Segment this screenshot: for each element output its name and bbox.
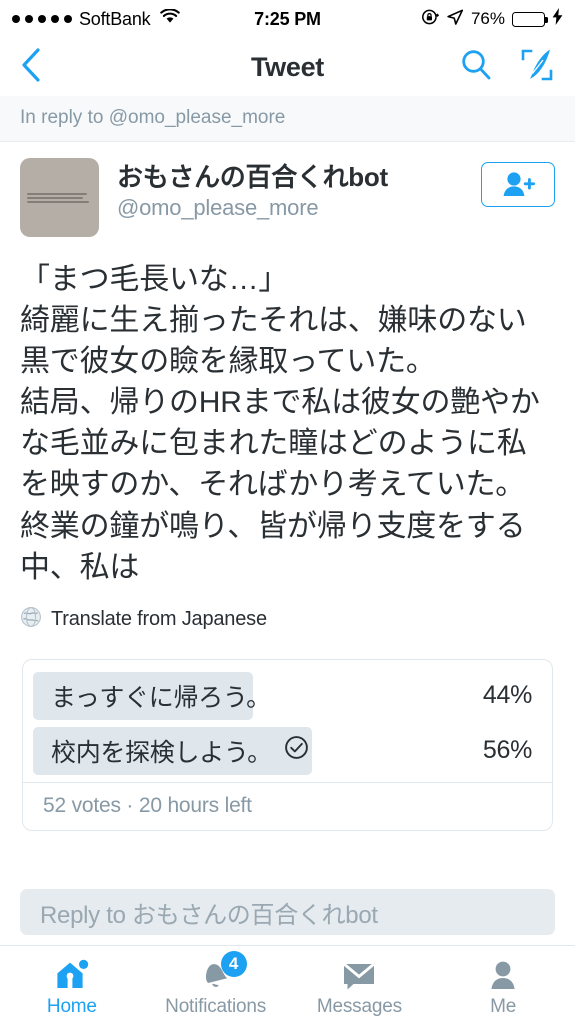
check-circle-icon [284, 735, 309, 767]
bottom-tab-bar: Home 4 Notifications Messages Me [0, 945, 575, 1024]
rotation-lock-icon [421, 8, 440, 31]
status-bar-right: 76% [421, 8, 563, 31]
compose-tweet-icon [521, 49, 553, 80]
chevron-left-icon [22, 47, 40, 82]
tab-me[interactable]: Me [431, 946, 575, 1024]
battery-percent-label: 76% [470, 9, 505, 28]
battery-icon [512, 11, 548, 27]
lightning-bolt-icon [552, 8, 563, 30]
poll-footer: 52 votes · 20 hours left [23, 781, 552, 830]
avatar[interactable] [20, 158, 99, 237]
back-button[interactable] [20, 47, 42, 88]
bell-icon: 4 [199, 951, 247, 992]
tab-home[interactable]: Home [0, 946, 144, 1024]
tab-label-me: Me [490, 996, 517, 1017]
nav-actions [459, 48, 555, 87]
home-icon [54, 958, 90, 992]
tab-notifications[interactable]: 4 Notifications [144, 946, 288, 1024]
tab-label-messages: Messages [316, 996, 402, 1017]
status-bar-left: SoftBank [12, 8, 181, 30]
status-bar: SoftBank 7:25 PM 76% [0, 0, 575, 38]
poll-option-percent: 44% [482, 681, 532, 710]
compose-tweet-button[interactable] [519, 48, 555, 87]
poll-option-label: 校内を探検しよう。 [51, 738, 272, 767]
twitter-tweet-screen: SoftBank 7:25 PM 76% Tweet In reply to @… [0, 0, 575, 1024]
poll-option[interactable]: 校内を探検しよう。 56% [33, 726, 532, 775]
poll-card: まっすぐに帰ろう。 44% 校内を探検しよう。 56% 52 votes · 2… [22, 658, 553, 831]
search-icon [462, 49, 491, 79]
poll-option-label-wrap: まっすぐに帰ろう。 [33, 678, 271, 714]
globe-icon [20, 606, 42, 633]
tweet-author-row: おもさんの百合くれbot @omo_please_more [20, 158, 555, 237]
navigation-bar: Tweet [0, 38, 575, 96]
reply-composer: Reply to おもさんの百合くれbot [0, 881, 575, 945]
reply-input[interactable]: Reply to おもさんの百合くれbot [20, 889, 555, 935]
tweet-detail: おもさんの百合くれbot @omo_please_more 「まつ毛長いな…」 … [0, 142, 575, 633]
person-icon [487, 958, 519, 992]
poll-option-label-wrap: 校内を探検しよう。 [33, 733, 309, 769]
add-person-icon [503, 172, 535, 196]
tab-label-home: Home [46, 996, 97, 1017]
carrier-label: SoftBank [79, 8, 151, 29]
in-reply-to-bar[interactable]: In reply to @omo_please_more [0, 96, 575, 142]
author-display-name[interactable]: おもさんの百合くれbot [117, 162, 481, 193]
follow-button[interactable] [481, 162, 555, 207]
notifications-badge: 4 [220, 951, 247, 977]
tweet-body-text: 「まつ毛長いな…」 綺麗に生え揃ったそれは、嫌味のない黒で彼女の瞼を縁取っていた… [20, 263, 540, 584]
author-handle[interactable]: @omo_please_more [117, 194, 481, 223]
envelope-icon [341, 958, 377, 992]
translate-link[interactable]: Translate from Japanese [20, 606, 555, 633]
poll-option-label: まっすぐに帰ろう。 [51, 683, 271, 712]
poll-option[interactable]: まっすぐに帰ろう。 44% [33, 671, 532, 720]
translate-label: Translate from Japanese [51, 607, 267, 630]
location-arrow-icon [446, 8, 464, 31]
wifi-icon [160, 8, 181, 29]
poll-option-percent: 56% [482, 736, 532, 765]
avatar-image-detail [27, 192, 92, 203]
tab-label-notifications: Notifications [165, 996, 267, 1017]
signal-strength-dots [12, 15, 72, 23]
tab-messages[interactable]: Messages [288, 946, 432, 1024]
author-meta: おもさんの百合くれbot @omo_please_more [99, 158, 481, 222]
search-button[interactable] [459, 48, 493, 87]
